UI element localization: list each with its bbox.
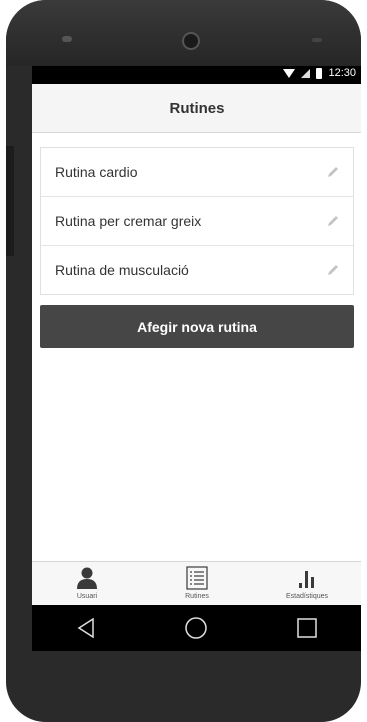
routine-label: Rutina per cremar greix bbox=[55, 213, 202, 229]
nav-item-user[interactable]: Usuari bbox=[32, 562, 142, 606]
routine-item-cardio[interactable]: Rutina cardio bbox=[41, 148, 353, 197]
nav-item-statistics[interactable]: Estadístiques bbox=[252, 562, 361, 606]
signal-icon bbox=[301, 68, 311, 78]
user-icon bbox=[77, 567, 97, 589]
app-screen: 12:30 Rutines Rutina cardio Rutina per c… bbox=[32, 66, 361, 651]
routine-label: Rutina de musculació bbox=[55, 262, 189, 278]
routine-item-fat-burn[interactable]: Rutina per cremar greix bbox=[41, 197, 353, 246]
nav-label: Estadístiques bbox=[285, 593, 329, 600]
battery-icon bbox=[316, 67, 323, 79]
android-nav-bar bbox=[32, 605, 361, 651]
phone-top-bezel bbox=[6, 0, 361, 66]
routine-list: Rutina cardio Rutina per cremar greix Ru… bbox=[40, 147, 354, 295]
phone-frame: 12:30 Rutines Rutina cardio Rutina per c… bbox=[6, 0, 361, 722]
add-routine-button[interactable]: Afegir nova rutina bbox=[40, 305, 354, 348]
routine-item-muscle[interactable]: Rutina de musculació bbox=[41, 246, 353, 294]
recent-apps-icon[interactable] bbox=[296, 617, 318, 639]
edit-pencil-icon[interactable] bbox=[325, 262, 341, 278]
nav-label: Rutines bbox=[185, 593, 209, 600]
app-header: Rutines bbox=[32, 84, 361, 133]
nav-item-routines[interactable]: Rutines bbox=[142, 562, 252, 606]
front-camera bbox=[182, 32, 200, 50]
home-icon[interactable] bbox=[184, 616, 208, 640]
routine-label: Rutina cardio bbox=[55, 164, 138, 180]
status-bar: 12:30 bbox=[32, 66, 361, 84]
edit-pencil-icon[interactable] bbox=[325, 164, 341, 180]
nav-label: Usuari bbox=[76, 593, 98, 600]
bottom-nav: Usuari Rutines Estadístiques bbox=[32, 561, 361, 606]
back-icon[interactable] bbox=[76, 617, 96, 639]
list-icon bbox=[186, 566, 208, 590]
status-time: 12:30 bbox=[328, 67, 356, 79]
wifi-icon bbox=[283, 68, 296, 78]
side-volume-button bbox=[6, 146, 14, 256]
bar-chart-icon bbox=[299, 571, 314, 588]
earpiece bbox=[62, 36, 72, 42]
edit-pencil-icon[interactable] bbox=[325, 213, 341, 229]
proximity-sensor bbox=[312, 38, 322, 42]
page-title: Rutines bbox=[169, 99, 225, 117]
